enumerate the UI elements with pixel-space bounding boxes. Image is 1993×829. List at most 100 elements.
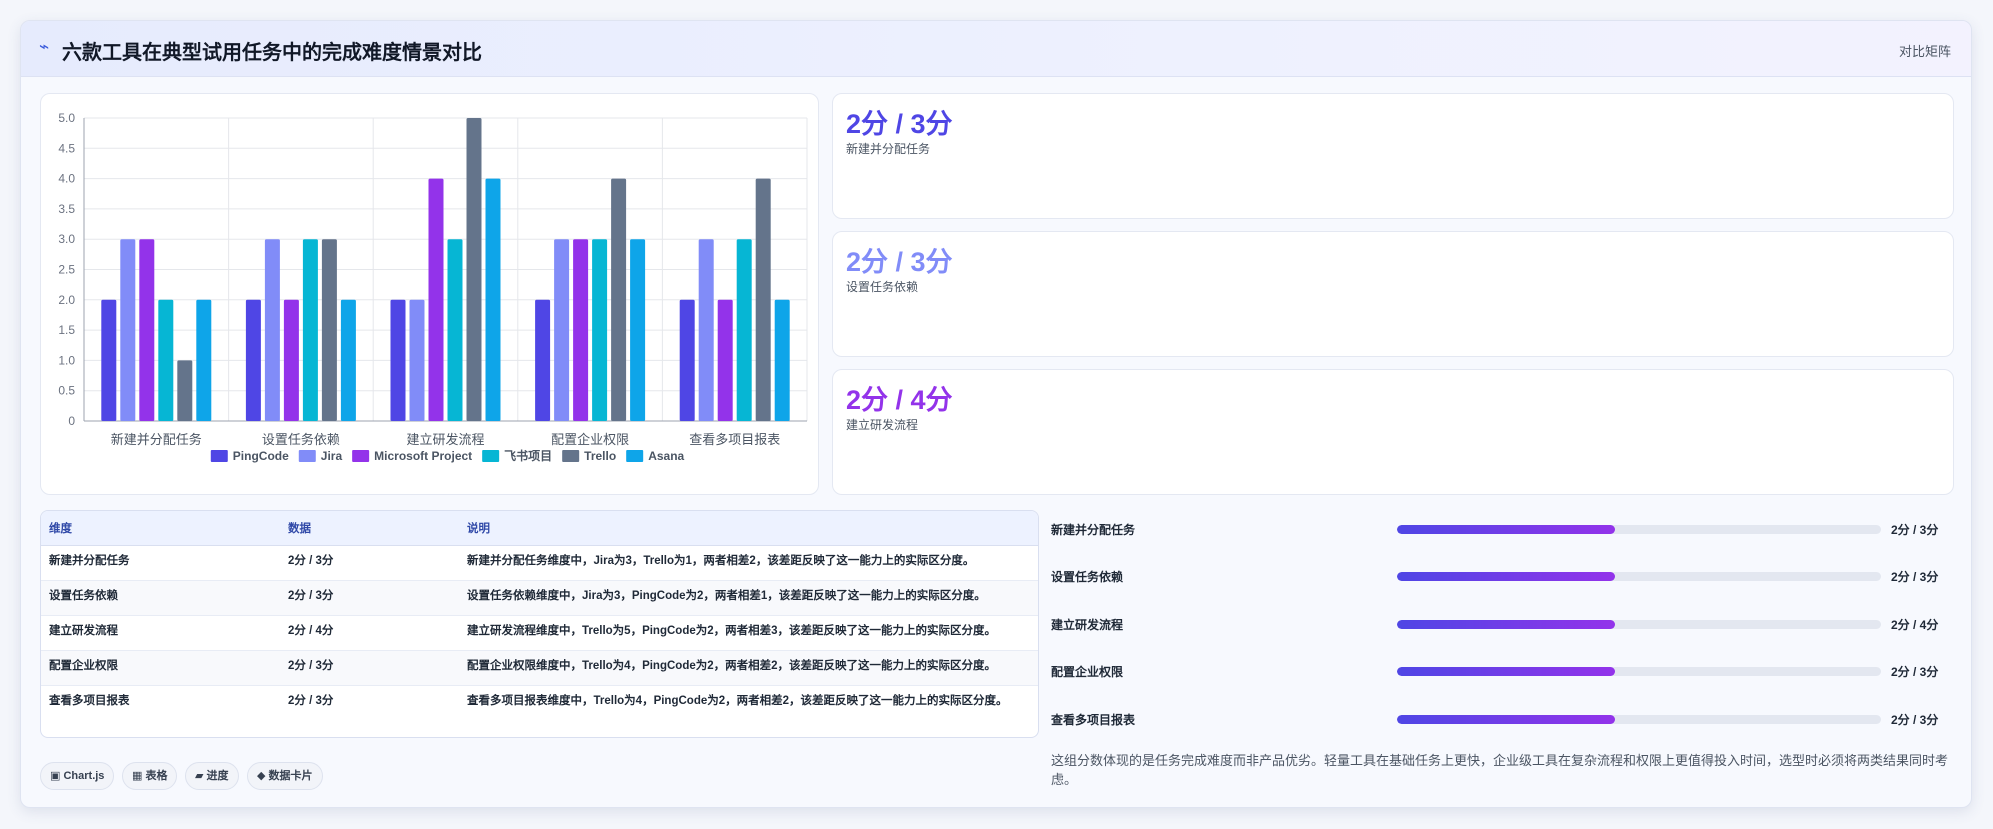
bar <box>302 239 318 421</box>
table-cell: 设置任务依赖维度中，Jira为3，PingCode为2，两者相差1，该差距反映了… <box>459 580 1038 616</box>
progress-value: 2分 / 4分 <box>1891 618 1939 632</box>
y-tick-label: 0.5 <box>58 384 75 398</box>
progress-row: 配置企业权限 2分 / 3分 <box>1051 661 1951 681</box>
bar <box>283 299 299 421</box>
summary-note: 这组分数体现的是任务完成难度而非产品优劣。轻量工具在基础任务上更快，企业级工具在… <box>1051 753 1949 787</box>
kpi-label: 新建并分配任务 <box>846 142 931 156</box>
table-cell: 查看多项目报表维度中，Trello为4，PingCode为2，两者相差2，该差距… <box>467 694 1008 707</box>
progress-value: 2分 / 3分 <box>1891 665 1939 679</box>
x-tick-label: 建立研发流程 <box>406 432 484 447</box>
chip-progress[interactable]: ▰ 进度 <box>185 762 239 790</box>
chip-table[interactable]: ▦ 表格 <box>122 762 178 790</box>
kpi-card-2: 2分 / 3分 设置任务依赖 <box>832 231 1954 357</box>
bar <box>679 299 695 421</box>
table-header-row: 维度 数据 说明 <box>41 511 1038 546</box>
kpi-value: 2分 / 3分 <box>846 109 953 139</box>
chip-data-card[interactable]: ◆ 数据卡片 <box>247 762 323 790</box>
bar <box>698 239 714 421</box>
page-title: 六款工具在典型试用任务中的完成难度情景对比 <box>62 42 482 64</box>
progress-value: 2分 / 3分 <box>1891 713 1939 727</box>
progress-row: 设置任务依赖 2分 / 3分 <box>1051 566 1951 586</box>
y-tick-label: 0 <box>68 414 75 428</box>
dashboard-card: ⌁ 六款工具在典型试用任务中的完成难度情景对比 对比矩阵 0 0.5 1.0 1.5 2… <box>20 20 1972 808</box>
bar <box>196 299 212 421</box>
table-cell: 查看多项目报表 <box>49 694 130 707</box>
view-mode-label[interactable]: 对比矩阵 <box>1899 41 1951 60</box>
legend-swatch <box>562 450 580 462</box>
chart-icon: ▣ <box>50 770 61 782</box>
column-header-data: 数据 <box>280 511 459 546</box>
bar <box>447 239 463 421</box>
progress-row: 新建并分配任务 2分 / 3分 <box>1051 519 1951 539</box>
kpi-value: 2分 / 3分 <box>846 247 953 277</box>
chip-label: Chart.js <box>63 770 105 782</box>
legend-label: Trello <box>584 449 616 463</box>
progress-label: 建立研发流程 <box>1051 618 1124 632</box>
table-row: 设置任务依赖 2分 / 3分 设置任务依赖维度中，Jira为3，PingCode… <box>41 580 1038 616</box>
table-cell: 2分 / 3分 <box>280 650 459 686</box>
chip-label: 数据卡片 <box>268 770 313 782</box>
table-row: 查看多项目报表 2分 / 3分 查看多项目报表维度中，Trello为4，Ping… <box>41 685 1038 720</box>
progress-label: 设置任务依赖 <box>1051 570 1124 584</box>
progress-label: 配置企业权限 <box>1051 665 1124 679</box>
bar-chart-panel: 0 0.5 1.0 1.5 2.0 2.5 3.0 3.5 4.0 4.5 5.0 新建并分配任务 设置… <box>40 93 819 495</box>
y-tick-label: 3.5 <box>58 202 75 216</box>
y-tick-label: 1.0 <box>58 353 75 367</box>
bar-chart: 0 0.5 1.0 1.5 2.0 2.5 3.0 3.5 4.0 4.5 5.0 新建并分配任务 设置… <box>58 111 808 463</box>
kpi-card-1: 2分 / 3分 新建并分配任务 <box>832 93 1954 219</box>
y-tick-label: 5.0 <box>58 111 75 125</box>
bar <box>264 239 280 421</box>
bar <box>177 360 193 421</box>
progress-fill <box>1397 715 1615 724</box>
bar <box>573 239 589 421</box>
chip-chartjs[interactable]: ▣ Chart.js <box>40 762 115 790</box>
progress-icon: ▰ <box>195 770 204 782</box>
progress-value: 2分 / 3分 <box>1891 523 1939 537</box>
progress-fill <box>1397 620 1615 629</box>
bar <box>535 299 551 421</box>
progress-track <box>1397 572 1881 581</box>
bar <box>245 299 261 421</box>
bar <box>101 299 117 421</box>
bar <box>321 239 337 421</box>
table-cell: 新建并分配任务 <box>41 545 280 581</box>
y-tick-label: 4.5 <box>58 141 75 155</box>
chart-spark-icon: ⌁ <box>39 37 50 56</box>
kpi-card-3: 2分 / 4分 建立研发流程 <box>832 369 1954 495</box>
legend-swatch <box>210 450 228 462</box>
bar <box>485 178 501 421</box>
x-tick-label: 查看多项目报表 <box>689 432 780 447</box>
legend-label: Microsoft Project <box>374 449 472 463</box>
bar <box>630 239 646 421</box>
legend-swatch <box>298 450 316 462</box>
x-tick-label: 新建并分配任务 <box>111 432 202 447</box>
table-cell: 设置任务依赖 <box>41 580 280 616</box>
legend-swatch <box>352 450 370 462</box>
bar <box>158 299 174 421</box>
legend-label: Asana <box>648 449 684 463</box>
progress-fill <box>1397 667 1615 676</box>
progress-row: 查看多项目报表 2分 / 3分 <box>1051 709 1951 729</box>
bar <box>390 299 406 421</box>
y-tick-label: 1.5 <box>58 323 75 337</box>
kpi-label: 设置任务依赖 <box>846 280 919 294</box>
comparison-table: 维度 数据 说明 新建并分配任务 2分 / 3分 新建并分配任务维度中，Jira… <box>40 510 1039 738</box>
legend-swatch <box>482 450 500 462</box>
progress-label: 新建并分配任务 <box>1051 523 1136 537</box>
bar <box>774 299 790 421</box>
progress-track <box>1397 667 1881 676</box>
bar <box>120 239 136 421</box>
table-cell: 新建并分配任务维度中，Jira为3，Trello为1，两者相差2，该差距反映了这… <box>459 545 1038 581</box>
bar <box>409 299 425 421</box>
table-row: 建立研发流程 2分 / 4分 建立研发流程维度中，Trello为5，PingCo… <box>41 615 1038 651</box>
y-tick-label: 3.0 <box>58 232 75 246</box>
column-header-dimension: 维度 <box>41 511 280 546</box>
table-cell: 2分 / 3分 <box>280 580 459 616</box>
bar <box>554 239 570 421</box>
table-row: 新建并分配任务 2分 / 3分 新建并分配任务维度中，Jira为3，Trello… <box>41 545 1038 581</box>
table-cell: 配置企业权限维度中，Trello为4，PingCode为2，两者相差2，该差距反… <box>459 650 1038 686</box>
progress-label: 查看多项目报表 <box>1051 713 1136 727</box>
chip-label: 表格 <box>145 770 168 782</box>
chip-label: 进度 <box>206 770 229 782</box>
table-cell: 配置企业权限 <box>41 650 280 686</box>
